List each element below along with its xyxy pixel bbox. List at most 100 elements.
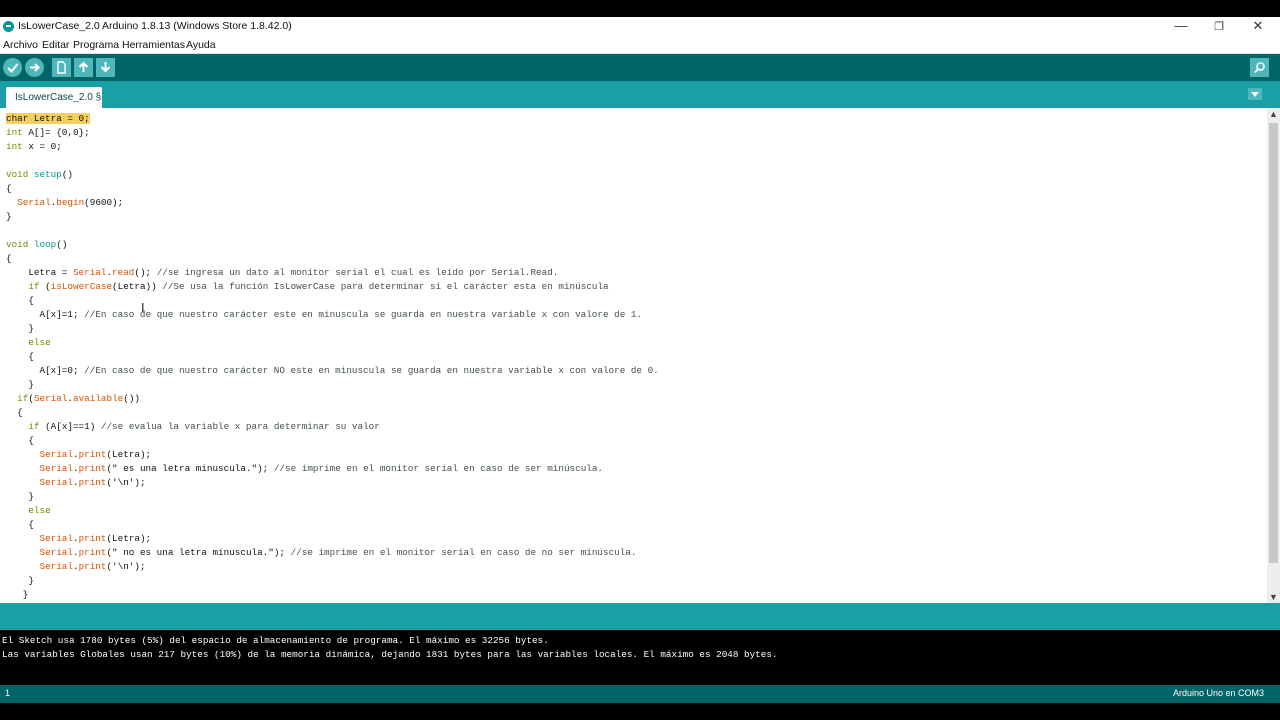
object-name: Serial: [33, 393, 68, 404]
object-name: Serial: [72, 267, 107, 278]
scrollbar-thumb[interactable]: [1269, 123, 1278, 563]
maximize-button[interactable]: ❐: [1209, 20, 1229, 33]
menu-editar[interactable]: Editar: [42, 39, 69, 51]
code-line: void loop(): [6, 238, 659, 252]
menu-herramientas[interactable]: Herramientas: [122, 39, 185, 51]
code-line: {: [6, 183, 12, 194]
code-line: Serial.print(Letra);: [6, 532, 659, 546]
keyword: int: [6, 127, 23, 138]
code-line: Serial.begin(9600);: [6, 196, 659, 210]
code-line: }: [6, 491, 34, 502]
function-name: loop: [28, 239, 57, 250]
code-text-span: (A[x]==1): [39, 421, 101, 432]
code-line: }: [6, 211, 12, 222]
code-line: void setup(): [6, 168, 659, 182]
console-line: El Sketch usa 1780 bytes (5%) del espaci…: [2, 635, 549, 646]
object-name: Serial: [39, 463, 73, 474]
object-name: Serial: [17, 197, 51, 208]
method-name: print: [78, 463, 107, 474]
verify-icon: [7, 63, 19, 73]
save-icon: [100, 62, 111, 73]
code-line: if(Serial.available()): [6, 392, 659, 406]
object-name: Serial: [39, 449, 73, 460]
code-editor[interactable]: char Letra = 0; int A[]= {0,0}; int x = …: [0, 108, 1267, 603]
text-cursor-icon: I: [141, 301, 145, 315]
arduino-app-icon: [3, 21, 14, 32]
code-text-span: x = 0;: [22, 141, 62, 152]
code-line: char Letra = 0;: [6, 112, 659, 126]
method-name: print: [78, 477, 107, 488]
method-name: available: [73, 393, 124, 404]
comment: //se imprime en el monitor serial en cas…: [290, 547, 637, 558]
comment: //En caso de que nuestro carácter este e…: [84, 309, 643, 320]
verify-button[interactable]: [3, 58, 22, 77]
keyword: if: [28, 421, 40, 432]
comment: //Se usa la función IsLowerCase para det…: [162, 281, 609, 292]
code-line: Serial.print(" es una letra minuscula.")…: [6, 462, 659, 476]
method-name: print: [78, 561, 107, 572]
scroll-down-icon[interactable]: ▼: [1267, 591, 1280, 603]
keyword: else: [28, 337, 51, 348]
keyword: else: [28, 505, 51, 516]
code-line: if (isLowerCase(Letra)) //Se usa la func…: [6, 280, 659, 294]
minimize-button[interactable]: —: [1171, 18, 1191, 33]
tab-sketch[interactable]: IsLowerCase_2.0 §: [6, 87, 102, 108]
code-line: }: [6, 589, 29, 600]
code-line: {: [6, 351, 34, 362]
code-text-span: A[]= {0,0};: [22, 127, 90, 138]
new-icon: [57, 61, 66, 74]
console-line: Las variables Globales usan 217 bytes (1…: [2, 649, 778, 660]
method-name: read: [112, 267, 135, 278]
menu-programa[interactable]: Programa: [73, 39, 119, 51]
upload-button[interactable]: [25, 58, 44, 77]
open-sketch-button[interactable]: [74, 58, 93, 77]
code-text-span: (9600);: [84, 197, 124, 208]
method-name: print: [78, 547, 107, 558]
keyword: void: [6, 239, 29, 250]
code-text-span: Letra =: [6, 267, 73, 278]
code-text-span: (): [61, 169, 73, 180]
function-name: isLowerCase: [50, 281, 113, 292]
object-name: Serial: [39, 561, 73, 572]
code-line: int A[]= {0,0};: [6, 126, 659, 140]
upload-icon: [30, 63, 40, 72]
object-name: Serial: [39, 477, 73, 488]
code-line: A[x]=0; //En caso de que nuestro carácte…: [6, 364, 658, 378]
code-line: {: [6, 407, 23, 418]
serial-monitor-button[interactable]: [1250, 58, 1269, 77]
highlighted-selection: char Letra = 0;: [6, 113, 90, 124]
code-line: else: [6, 504, 659, 518]
function-name: setup: [28, 169, 62, 180]
code-line: Serial.print('\n');: [6, 560, 659, 574]
editor-scrollbar[interactable]: ▲ ▼: [1267, 108, 1280, 603]
code-text-span: A[x]=0;: [6, 365, 85, 376]
code-text-span: A[x]=1;: [6, 309, 85, 320]
keyword: void: [6, 169, 29, 180]
save-sketch-button[interactable]: [96, 58, 115, 77]
method-name: print: [78, 533, 107, 544]
new-sketch-button[interactable]: [52, 58, 71, 77]
comment: //se imprime en el monitor serial en cas…: [273, 463, 604, 474]
line-number: 1: [5, 688, 11, 698]
footer-bar: 1 Arduino Uno en COM3: [0, 685, 1280, 703]
scroll-up-icon[interactable]: ▲: [1267, 108, 1280, 120]
comment: //se evalua la variable x para determina…: [100, 421, 380, 432]
code-line: Letra = Serial.read(); //se ingresa un d…: [6, 266, 659, 280]
close-button[interactable]: ✕: [1248, 18, 1268, 34]
menu-archivo[interactable]: Archivo: [3, 39, 38, 51]
tab-menu-button[interactable]: [1248, 88, 1262, 100]
method-name: print: [78, 449, 107, 460]
code-text-span: ();: [134, 267, 157, 278]
menu-ayuda[interactable]: Ayuda: [186, 39, 216, 51]
code-text-span: (: [39, 281, 51, 292]
open-icon: [78, 61, 89, 72]
